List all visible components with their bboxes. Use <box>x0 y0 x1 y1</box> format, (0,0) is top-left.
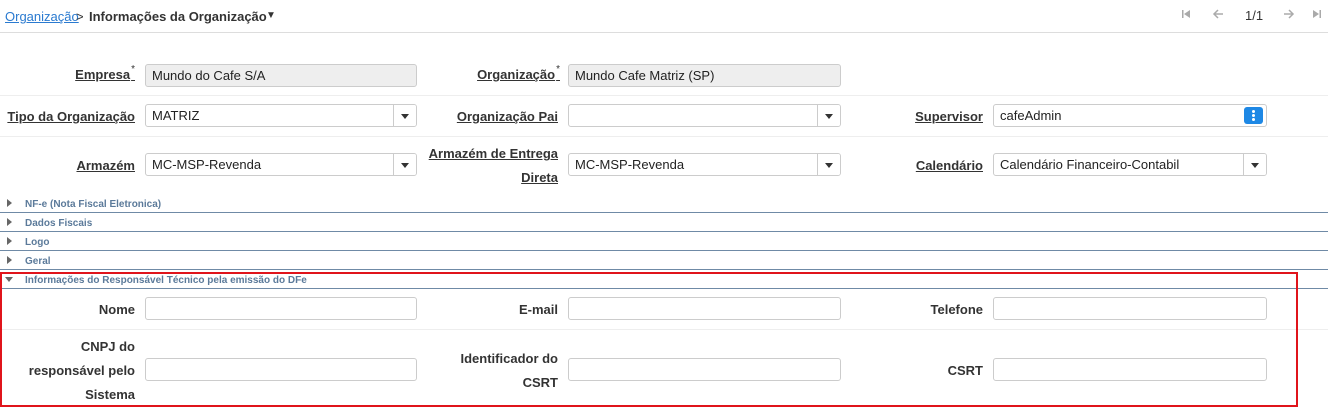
expand-triangle-icon <box>7 256 12 264</box>
chevron-down-icon[interactable] <box>393 105 416 126</box>
section-responsavel-tecnico-label: Informações do Responsável Técnico pela … <box>25 275 307 286</box>
armazem-value: MC-MSP-Revenda <box>152 157 262 172</box>
telefone-input[interactable] <box>993 297 1267 320</box>
armazem-select[interactable]: MC-MSP-Revenda <box>145 153 417 176</box>
title-dropdown-caret-icon[interactable]: ▼ <box>266 10 276 21</box>
expand-triangle-icon <box>7 237 12 245</box>
page-title: Informações da Organização <box>89 9 267 24</box>
section-geral[interactable]: Geral <box>0 252 1328 270</box>
tipo-organizacao-value: MATRIZ <box>152 108 200 123</box>
chevron-down-icon[interactable] <box>817 105 840 126</box>
breadcrumb-separator: > <box>76 9 84 24</box>
empresa-field[interactable]: Mundo do Cafe S/A <box>145 64 417 87</box>
section-nfe-label: NF-e (Nota Fiscal Eletronica) <box>25 199 162 210</box>
csrt-input[interactable] <box>993 358 1267 381</box>
supervisor-label: Supervisor <box>915 109 983 124</box>
identificador-csrt-input[interactable] <box>568 358 841 381</box>
chevron-down-icon[interactable] <box>817 154 840 175</box>
csrt-label: CSRT <box>947 363 983 378</box>
calendario-value: Calendário Financeiro-Contabil <box>1000 157 1180 172</box>
required-marker: * <box>556 64 560 75</box>
organizacao-pai-select[interactable] <box>568 104 841 127</box>
nome-input[interactable] <box>145 297 417 320</box>
more-options-icon[interactable] <box>1244 107 1263 124</box>
empresa-label: Empresa* <box>60 64 135 82</box>
previous-record-icon[interactable] <box>1208 7 1228 25</box>
page-indicator: 1/1 <box>1245 8 1264 23</box>
armazem-label: Armazém <box>76 158 135 173</box>
last-record-icon[interactable] <box>1307 7 1327 25</box>
highlight-box <box>0 272 1298 407</box>
cnpj-label-line1: CNPJ do <box>80 339 135 354</box>
row-divider <box>0 95 1328 96</box>
section-geral-label: Geral <box>25 256 51 267</box>
email-input[interactable] <box>568 297 841 320</box>
supervisor-value: cafeAdmin <box>1000 108 1062 123</box>
organizacao-pai-label: Organização Pai <box>456 109 558 124</box>
armazem-entrega-label-line2: Direta <box>521 170 558 185</box>
chevron-down-icon[interactable] <box>393 154 416 175</box>
identificador-csrt-label-line2: CSRT <box>522 375 558 390</box>
section-logo-label: Logo <box>25 237 50 248</box>
section-dados-fiscais[interactable]: Dados Fiscais <box>0 214 1328 232</box>
required-marker: * <box>131 64 135 75</box>
organizacao-field[interactable]: Mundo Cafe Matriz (SP) <box>568 64 841 87</box>
armazem-entrega-value: MC-MSP-Revenda <box>575 157 685 172</box>
armazem-entrega-select[interactable]: MC-MSP-Revenda <box>568 153 841 176</box>
breadcrumb-parent-link[interactable]: Organização <box>5 9 79 24</box>
tipo-organizacao-label: Tipo da Organização <box>7 109 135 124</box>
row-divider <box>0 329 1328 330</box>
row-divider <box>0 136 1328 137</box>
empresa-label-text: Empresa <box>75 67 131 82</box>
chevron-down-icon[interactable] <box>1243 154 1266 175</box>
email-label: E-mail <box>518 302 558 317</box>
calendario-select[interactable]: Calendário Financeiro-Contabil <box>993 153 1267 176</box>
armazem-entrega-label-line1: Armazém de Entrega <box>428 146 558 161</box>
section-logo[interactable]: Logo <box>0 233 1328 251</box>
calendario-label: Calendário <box>915 158 983 173</box>
next-record-icon[interactable] <box>1279 7 1299 25</box>
organizacao-label-text: Organização <box>477 67 556 82</box>
tipo-organizacao-select[interactable]: MATRIZ <box>145 104 417 127</box>
cnpj-label-line3: Sistema <box>85 387 135 402</box>
collapse-triangle-icon <box>5 277 13 282</box>
nome-label: Nome <box>98 302 135 317</box>
section-dados-fiscais-label: Dados Fiscais <box>25 218 93 229</box>
telefone-label: Telefone <box>930 302 984 317</box>
cnpj-input[interactable] <box>145 358 417 381</box>
header-bar: Organização > Informações da Organização… <box>0 0 1328 33</box>
expand-triangle-icon <box>7 218 12 226</box>
section-nfe[interactable]: NF-e (Nota Fiscal Eletronica) <box>0 195 1328 213</box>
first-record-icon[interactable] <box>1176 7 1196 25</box>
expand-triangle-icon <box>7 199 12 207</box>
cnpj-label-line2: responsável pelo <box>28 363 135 378</box>
identificador-csrt-label-line1: Identificador do <box>460 351 559 366</box>
supervisor-field[interactable]: cafeAdmin <box>993 104 1267 127</box>
section-responsavel-tecnico[interactable]: Informações do Responsável Técnico pela … <box>0 271 1328 289</box>
organizacao-label: Organização* <box>440 64 560 82</box>
